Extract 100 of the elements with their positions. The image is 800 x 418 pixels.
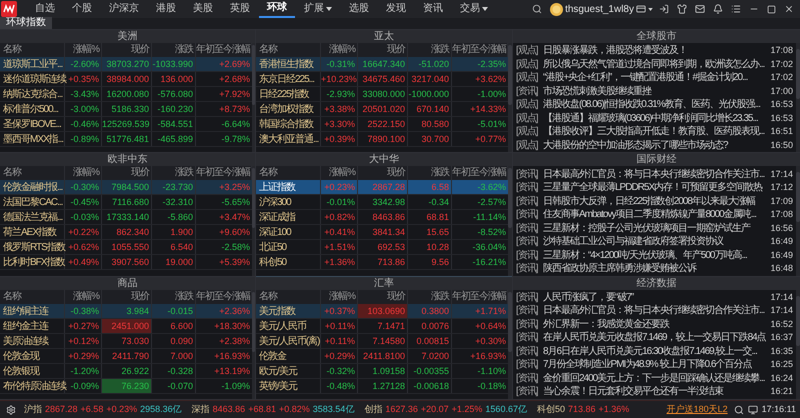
index-name[interactable]: 创指 [364,402,382,416]
news-headline[interactable]: 在岸人民币兑美元收盘报7.1469，较上一交易日下跌84点 [543,331,767,344]
news-headline[interactable]: 人民币涨疯了，要“破7” [543,290,767,304]
news-headline[interactable]: 日本最高外汇官员：将与日本央行继续密切合作关注市... [543,304,767,318]
table-row[interactable]: 美元/人民币 +0.11% 7.1471 0.0076 +0.64% [256,318,508,334]
shirt-icon[interactable] [677,4,687,14]
scrollbar[interactable] [508,166,512,276]
card-icon[interactable] [636,4,646,14]
table-row[interactable]: 纽约铜主连 -0.38% 3.984 -0.015 +2.36% [0,304,252,319]
news-headline[interactable]: 三星新材：“4×1200吨/天光伏玻璃、年产500万吨高... [543,248,767,262]
table-row[interactable]: 纽约金主连 +0.27% 2451.000 6.600 +18.30% [0,318,252,334]
table-row[interactable]: 德国法兰克福... -0.03% 17333.140 -5.860 +3.47% [0,210,252,226]
table-row[interactable]: 纳斯达克综合... -3.43% 16200.080 -576.080 +7.92% [0,87,252,102]
table-row[interactable]: 深证100 +0.41% 3841.34 15.65 -8.52% [256,225,508,240]
table-row[interactable]: 伦敦金融时报... -0.30% 7984.500 -23.730 +3.25% [0,180,252,196]
table-row[interactable]: 美元/人民币(离) +0.11% 7.14580 0.00815 +0.30% [256,334,508,349]
table-row[interactable]: 法国巴黎CAC... -0.45% 7116.680 -32.310 -5.65% [0,195,252,210]
nav-tab[interactable]: 英股 [222,0,258,18]
scrollbar[interactable] [796,290,800,399]
nav-tab[interactable]: 自选 [27,0,63,18]
username[interactable]: thsguest_1wl8y [565,2,634,16]
table-row[interactable]: 韩国综合指数 +3.30% 2522.150 80.580 -5.01% [256,117,508,132]
table-row[interactable]: 伦敦金现 +0.29% 2411.790 7.000 +16.93% [0,348,252,364]
monitor-icon[interactable] [748,404,758,414]
nav-tab[interactable]: 美股 [185,0,221,18]
table-row[interactable]: 台湾加权指数 +3.38% 20501.020 670.140 +14.33% [256,102,508,117]
close-icon[interactable] [784,4,794,14]
table-row[interactable]: 荷兰AEX指数 +0.22% 862.340 1.900 +9.60% [0,225,252,240]
news-headline[interactable]: 日股暴涨暴跌，港股恐将遭受波及！ [543,44,767,58]
scrollbar[interactable] [796,166,800,276]
table-row[interactable]: 俄罗斯RTS指数 +0.62% 1055.550 6.540 -2.58% [0,240,252,256]
mail-icon[interactable] [695,4,705,14]
table-row[interactable]: 比利时BFX指数 +0.49% 3907.560 19.000 +5.39% [0,255,252,270]
caret-icon[interactable] [648,8,653,10]
news-headline[interactable]: 沙特基础工业公司与福建省政府签署投资协议 [543,235,767,248]
news-headline[interactable]: 所以俄乌天然气管道过境合同即将到期，欧洲该怎么办... [543,58,767,71]
nav-tab[interactable]: 沪深京 [101,0,147,18]
news-headline[interactable]: “港股+央企+红利”，一键配置港股通！#掘金计划20... [543,71,767,84]
scrollbar[interactable] [796,43,800,152]
table-row[interactable]: 美元指数 +0.37% 103.0690 0.3800 +1.71% [256,304,508,319]
news-headline[interactable]: 8月6日在岸人民币兑美元16:30收盘报7.1469,较上一交... [543,344,767,358]
search-icon[interactable] [734,404,744,414]
news-headline[interactable]: 日韩股市大反弹，日经225指数创2008年以来最大涨幅 [543,194,767,208]
news-headline[interactable]: 港股收盘(08.06)|恒指收跌0.31%教育、医药、光伏股强... [543,98,767,112]
avatar-icon[interactable] [550,2,564,16]
table-row[interactable]: 标准普尔500... -3.00% 5186.330 -160.230 +8.73% [0,102,252,117]
table-row[interactable]: 深证成指 +0.82% 8463.86 68.81 -11.14% [256,210,508,226]
table-row[interactable]: 圣保罗IBOVE... -0.46% 125269.539 -584.551 -6.64% [0,117,252,132]
menu-icon[interactable] [731,4,741,14]
news-headline[interactable]: 【港股通】福耀玻璃(03606)中期净利润同比增长23.35... [543,112,767,125]
app-logo-icon[interactable] [1,1,17,17]
table-row[interactable]: 伦敦金 +0.29% 2411.8100 7.0200 +16.93% [256,348,508,364]
table-row[interactable]: 上证指数 +0.23% 2867.28 6.58 -3.62% [256,180,508,196]
table-row[interactable]: 澳大利亚普通... +0.39% 7890.100 30.700 +0.77% [256,132,508,147]
news-headline[interactable]: 陕西省政协原主席韩勇涉嫌受贿被公诉 [543,262,767,276]
sub-tab[interactable]: 环球指数 [0,17,52,29]
exit-icon[interactable] [659,4,669,14]
news-headline[interactable]: 三星新材：控股子公司光伏玻璃项目一期窑炉试生产 [543,222,767,235]
table-row[interactable]: 沪深300 -0.01% 3342.98 -0.34 -2.57% [256,195,508,210]
scrollbar[interactable] [508,290,512,399]
nav-tab[interactable]: 交易 [452,0,496,18]
news-headline[interactable]: 市场恐慌刺激美股继续重挫 [543,84,767,98]
table-row[interactable]: 北证50 +1.51% 692.53 10.28 -36.04% [256,240,508,256]
scrollbar[interactable] [252,43,255,152]
index-name[interactable]: 沪指 [24,402,42,416]
nav-tab[interactable]: 扩展 [296,0,340,18]
news-headline[interactable]: 当心余震！日元套利交易平仓还有一半没结束 [543,385,767,398]
nav-tab[interactable]: 个股 [64,0,100,18]
scrollbar[interactable] [508,43,512,152]
search-icon[interactable] [532,4,542,14]
scrollbar[interactable] [252,166,255,276]
nav-tab[interactable]: 港股 [148,0,184,18]
table-row[interactable]: 欧元/美元 -0.32% 1.09158 -0.00355 -1.10% [256,364,508,379]
table-row[interactable]: 英镑/美元 -0.48% 1.27128 -0.00618 -0.18% [256,378,508,394]
table-row[interactable]: 迷你道琼斯连续 +0.35% 38984.000 136.000 +2.68% [0,72,252,87]
maximize-icon[interactable] [767,4,776,14]
news-headline[interactable]: 住友商事Ambatovy项目二季度精炼镍产量8000金属吨... [543,208,767,222]
table-row[interactable]: 东京日经225... +10.23% 34675.460 3217.040 +3.62% [256,72,508,87]
nav-tab[interactable]: 资讯 [415,0,451,18]
index-name[interactable]: 深指 [192,402,210,416]
nav-tab[interactable]: 选股 [341,0,377,18]
scrollbar[interactable] [252,290,255,399]
bell-icon[interactable] [713,4,723,14]
news-headline[interactable]: 金价重回2400美元上方：下一步是回踩确认还是继续攀... [543,372,767,385]
news-headline[interactable]: 【港股收评】三大股指高开低走！教育股、医药股表现... [543,125,767,138]
promo-link[interactable]: 开户送180天L2 [666,402,728,416]
table-row[interactable]: 布伦特原油连续 -0.09% 76.230 -0.070 -1.09% [0,378,252,394]
news-headline[interactable]: 三星量产全球最薄LPDDR5X内存！可预留更多空间散热 [543,181,767,194]
table-row[interactable]: 墨西哥MXX指... -0.89% 51776.481 -465.899 -9.78% [0,132,252,147]
table-row[interactable]: 道琼斯工业平... -2.60% 38703.270 -1033.990 +2.69% [0,57,252,72]
table-row[interactable]: 美原油连续 +0.12% 73.030 0.090 +2.38% [0,334,252,349]
nav-tab[interactable]: 发现 [378,0,414,18]
news-headline[interactable]: 7月份全球制造业PMI为48.9% 较上月下降0.6个百分点 [543,358,767,372]
settings-icon[interactable] [6,404,16,414]
table-row[interactable]: 香港恒生指数 -0.31% 16647.340 -51.020 -2.35% [256,57,508,72]
table-row[interactable]: 日经225指数 -2.93% 33080.000 -1000.000 -1.00% [256,87,508,102]
news-headline[interactable]: 外汇界新一：我感觉黄金还要跌 [543,318,767,331]
news-headline[interactable]: 日本最高外汇官员：将与日本央行继续密切合作关注市... [543,168,767,181]
index-name[interactable]: 科创50 [536,402,565,416]
news-headline[interactable]: 大港股份的空中加油形态揭示了哪些市场动态? [543,138,767,152]
